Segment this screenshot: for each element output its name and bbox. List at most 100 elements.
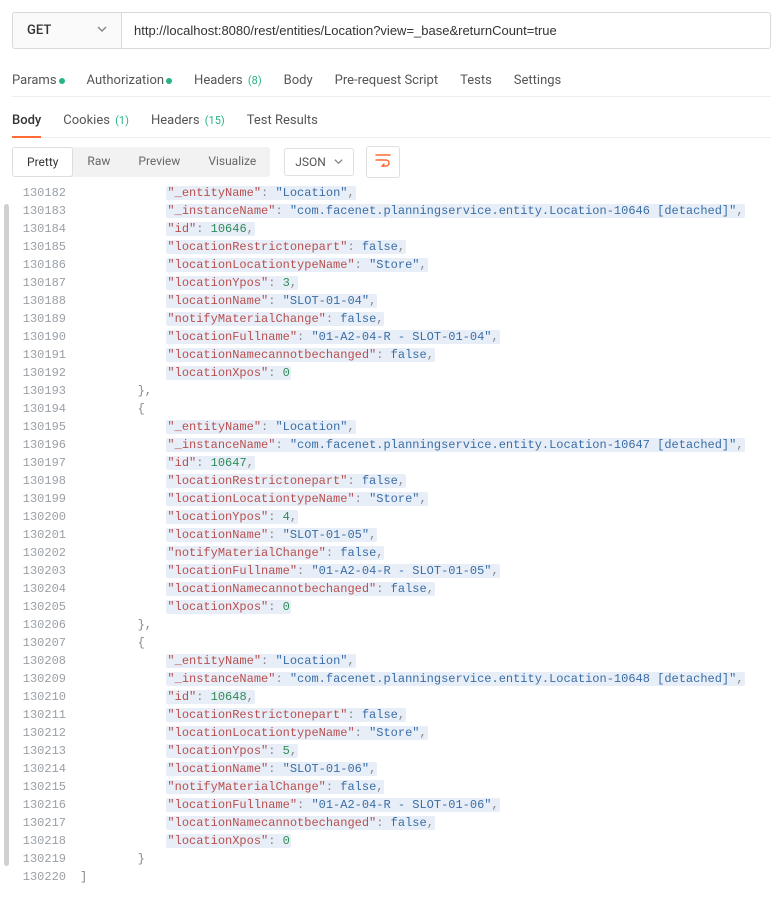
line-number: 130214	[12, 760, 66, 778]
line-number: 130219	[12, 850, 66, 868]
tab-prerequest[interactable]: Pre-request Script	[335, 65, 438, 96]
format-value: JSON	[295, 155, 326, 169]
chevron-down-icon	[97, 23, 107, 38]
line-number: 130190	[12, 328, 66, 346]
line-number: 130189	[12, 310, 66, 328]
line-number: 130188	[12, 292, 66, 310]
line-number: 130204	[12, 580, 66, 598]
line-gutter: 1301821301831301841301851301861301871301…	[12, 184, 80, 886]
line-number: 130212	[12, 724, 66, 742]
line-number: 130210	[12, 688, 66, 706]
view-raw[interactable]: Raw	[73, 147, 124, 177]
line-number: 130197	[12, 454, 66, 472]
code-line: "_entityName": "Location",	[80, 652, 771, 670]
line-number: 130201	[12, 526, 66, 544]
code-line: "locationRestrictonepart": false,	[80, 472, 771, 490]
line-number: 130196	[12, 436, 66, 454]
code-line: },	[80, 616, 771, 634]
view-preview[interactable]: Preview	[124, 147, 194, 177]
wrap-lines-button[interactable]	[366, 146, 400, 178]
line-number: 130186	[12, 256, 66, 274]
tab-label: Authorization	[87, 73, 165, 88]
code-line: "id": 10646,	[80, 220, 771, 238]
tab-label: Params	[12, 73, 57, 88]
line-number: 130187	[12, 274, 66, 292]
line-number: 130193	[12, 382, 66, 400]
resp-tab-testresults[interactable]: Test Results	[247, 105, 318, 137]
view-mode-group: Pretty Raw Preview Visualize	[12, 147, 270, 177]
tab-label: Headers	[194, 73, 243, 88]
line-number: 130198	[12, 472, 66, 490]
code-line: "notifyMaterialChange": false,	[80, 544, 771, 562]
tab-count: (8)	[248, 74, 262, 87]
resp-tab-body[interactable]: Body	[12, 105, 41, 138]
response-tabs: Body Cookies (1) Headers (15) Test Resul…	[12, 105, 771, 138]
line-number: 130207	[12, 634, 66, 652]
code-line: "locationLocationtypeName": "Store",	[80, 724, 771, 742]
line-number: 130215	[12, 778, 66, 796]
line-number: 130216	[12, 796, 66, 814]
line-number: 130203	[12, 562, 66, 580]
line-number: 130183	[12, 202, 66, 220]
tab-params[interactable]: Params	[12, 65, 65, 96]
code-line: "locationLocationtypeName": "Store",	[80, 256, 771, 274]
code-line: "locationFullname": "01-A2-04-R - SLOT-0…	[80, 328, 771, 346]
tab-label: Headers	[151, 113, 200, 128]
line-number: 130218	[12, 832, 66, 850]
response-body-viewer[interactable]: 1301821301831301841301851301861301871301…	[12, 184, 771, 886]
code-line: "locationYpos": 5,	[80, 742, 771, 760]
tab-authorization[interactable]: Authorization	[87, 65, 173, 96]
code-line: "locationXpos": 0	[80, 832, 771, 850]
line-number: 130182	[12, 184, 66, 202]
tab-headers[interactable]: Headers (8)	[194, 65, 262, 96]
tab-body[interactable]: Body	[284, 65, 313, 96]
resp-tab-cookies[interactable]: Cookies (1)	[63, 105, 129, 137]
code-line: "locationName": "SLOT-01-06",	[80, 760, 771, 778]
line-number: 130200	[12, 508, 66, 526]
code-line: "locationXpos": 0	[80, 364, 771, 382]
code-line: },	[80, 382, 771, 400]
code-line: "locationRestrictonepart": false,	[80, 706, 771, 724]
code-line: "notifyMaterialChange": false,	[80, 778, 771, 796]
code-line: "id": 10648,	[80, 688, 771, 706]
line-number: 130184	[12, 220, 66, 238]
tab-settings[interactable]: Settings	[514, 65, 561, 96]
tab-count: (1)	[115, 114, 129, 127]
url-input[interactable]	[122, 12, 771, 49]
http-method-value: GET	[27, 23, 51, 38]
code-line: "notifyMaterialChange": false,	[80, 310, 771, 328]
tab-label: Settings	[514, 73, 561, 88]
request-row: GET	[12, 12, 771, 49]
tab-count: (15)	[205, 114, 225, 127]
code-line: {	[80, 400, 771, 418]
code-line: "locationNamecannotbechanged": false,	[80, 814, 771, 832]
tab-tests[interactable]: Tests	[460, 65, 492, 96]
code-line: "locationYpos": 4,	[80, 508, 771, 526]
code-line: "_entityName": "Location",	[80, 184, 771, 202]
tab-label: Tests	[460, 73, 492, 88]
format-select[interactable]: JSON	[284, 148, 354, 176]
tab-label: Cookies	[63, 113, 110, 128]
line-number: 130199	[12, 490, 66, 508]
viewer-controls: Pretty Raw Preview Visualize JSON	[12, 146, 771, 178]
view-visualize[interactable]: Visualize	[194, 147, 270, 177]
code-line: "_entityName": "Location",	[80, 418, 771, 436]
scrollbar[interactable]	[4, 204, 9, 866]
active-dot-icon	[166, 78, 172, 84]
line-number: 130217	[12, 814, 66, 832]
code-line: "locationNamecannotbechanged": false,	[80, 346, 771, 364]
tab-label: Test Results	[247, 113, 318, 128]
line-number: 130220	[12, 868, 66, 886]
code-line: "locationFullname": "01-A2-04-R - SLOT-0…	[80, 562, 771, 580]
code-line: "locationYpos": 3,	[80, 274, 771, 292]
code-line: "locationRestrictonepart": false,	[80, 238, 771, 256]
code-line: "locationName": "SLOT-01-05",	[80, 526, 771, 544]
resp-tab-headers[interactable]: Headers (15)	[151, 105, 225, 137]
code-line: "_instanceName": "com.facenet.planningse…	[80, 436, 771, 454]
http-method-select[interactable]: GET	[12, 12, 122, 49]
line-number: 130211	[12, 706, 66, 724]
code-line: "locationXpos": 0	[80, 598, 771, 616]
line-number: 130192	[12, 364, 66, 382]
tab-label: Body	[12, 113, 41, 128]
view-pretty[interactable]: Pretty	[12, 147, 73, 177]
